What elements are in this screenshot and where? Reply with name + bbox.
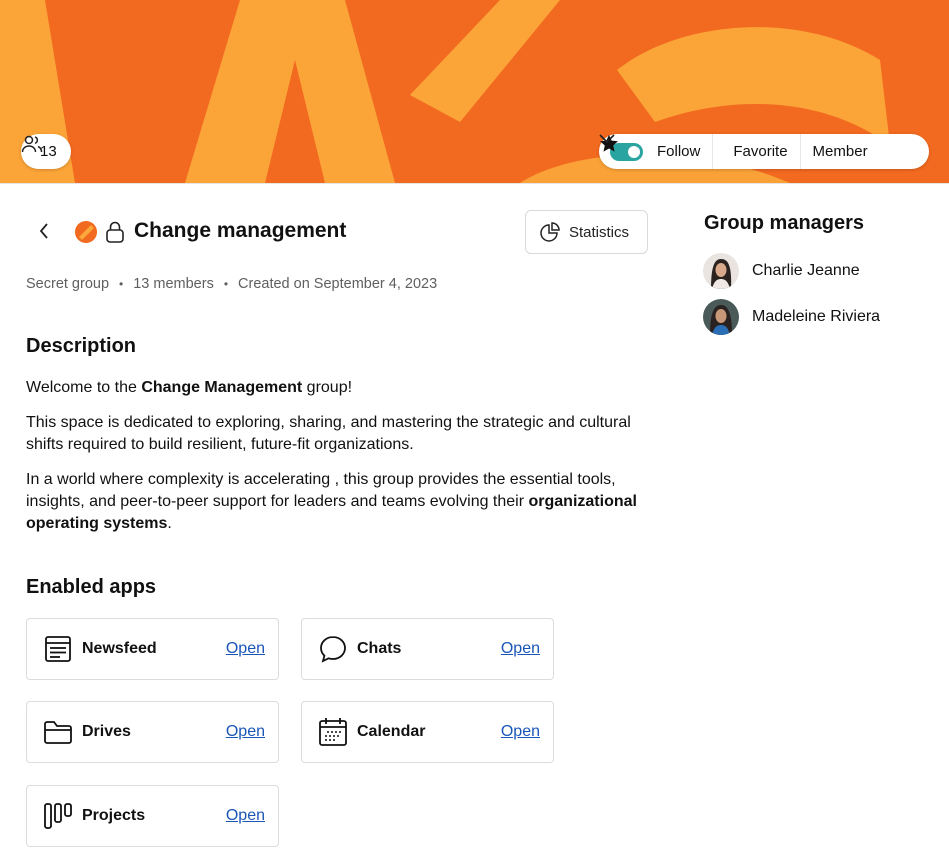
follow-toggle[interactable]: Follow <box>610 134 700 169</box>
manager-item[interactable]: Madeleine Riviera <box>703 299 880 335</box>
banner-divider <box>0 183 949 184</box>
kanban-icon <box>43 801 73 831</box>
open-newsfeed-link[interactable]: Open <box>226 640 265 658</box>
statistics-label: Statistics <box>569 223 630 241</box>
app-name: Calendar <box>357 723 426 740</box>
chat-icon <box>318 634 348 664</box>
member-count-label[interactable]: 13 members <box>133 276 214 292</box>
manager-item[interactable]: Charlie Jeanne <box>703 253 860 289</box>
app-name: Chats <box>357 640 402 657</box>
app-card-newsfeed: Newsfeed Open <box>26 618 279 680</box>
members-count-pill[interactable]: 13 <box>21 134 71 169</box>
description-heading: Description <box>26 335 137 357</box>
open-chats-link[interactable]: Open <box>501 640 540 658</box>
separator-dot: • <box>119 277 124 291</box>
avatar <box>703 299 739 335</box>
folder-icon <box>43 717 73 747</box>
favorite-label: Favorite <box>733 143 788 160</box>
open-projects-link[interactable]: Open <box>226 807 265 825</box>
open-calendar-link[interactable]: Open <box>501 723 540 741</box>
text: In a world where complexity is accelerat… <box>26 471 616 510</box>
group-logo <box>75 221 97 243</box>
favorite-button[interactable]: Favorite <box>600 134 788 169</box>
description-paragraph: This space is dedicated to exploring, sh… <box>26 414 631 453</box>
pie-chart-icon <box>540 222 560 242</box>
group-banner: 13 Follow Favorite Member <box>0 0 949 183</box>
statistics-button[interactable]: Statistics <box>525 210 648 254</box>
group-actions-pill: Follow Favorite Member <box>599 134 929 169</box>
newsfeed-icon <box>43 634 73 664</box>
bold-text: Change Management <box>141 379 303 396</box>
group-meta: Secret group • 13 members • Created on S… <box>26 276 437 292</box>
description-body: Welcome to the Change Management group! … <box>26 377 656 548</box>
divider <box>799 134 801 169</box>
description-paragraph: In a world where complexity is accelerat… <box>26 469 656 535</box>
membership-dropdown[interactable]: Member <box>599 134 881 169</box>
text: Welcome to the <box>26 379 142 396</box>
created-date: Created on September 4, 2023 <box>238 276 438 292</box>
avatar <box>703 253 739 289</box>
description-paragraph: Welcome to the Change Management group! <box>26 377 656 399</box>
app-card-drives: Drives Open <box>26 701 279 763</box>
manager-name: Madeleine Riviera <box>752 308 881 325</box>
app-name: Newsfeed <box>82 640 157 657</box>
enabled-apps-heading: Enabled apps <box>26 576 157 598</box>
app-name: Projects <box>82 807 146 824</box>
manager-name: Charlie Jeanne <box>752 262 860 279</box>
app-card-chats: Chats Open <box>301 618 554 680</box>
text: group! <box>302 379 353 396</box>
divider <box>712 134 714 169</box>
open-drives-link[interactable]: Open <box>226 723 265 741</box>
group-managers-heading: Group managers <box>704 212 865 234</box>
back-button[interactable] <box>33 220 55 242</box>
membership-label: Member <box>812 143 868 160</box>
chevron-left-icon <box>39 223 48 239</box>
page-title: Change management <box>134 219 347 242</box>
calendar-icon <box>318 717 348 747</box>
text: . <box>167 515 172 532</box>
app-card-calendar: Calendar Open <box>301 701 554 763</box>
app-name: Drives <box>82 723 131 740</box>
separator-dot: • <box>223 277 229 291</box>
privacy-label: Secret group <box>26 276 110 292</box>
lock-icon <box>105 220 125 249</box>
follow-label: Follow <box>657 143 701 160</box>
app-card-projects: Projects Open <box>26 785 279 847</box>
